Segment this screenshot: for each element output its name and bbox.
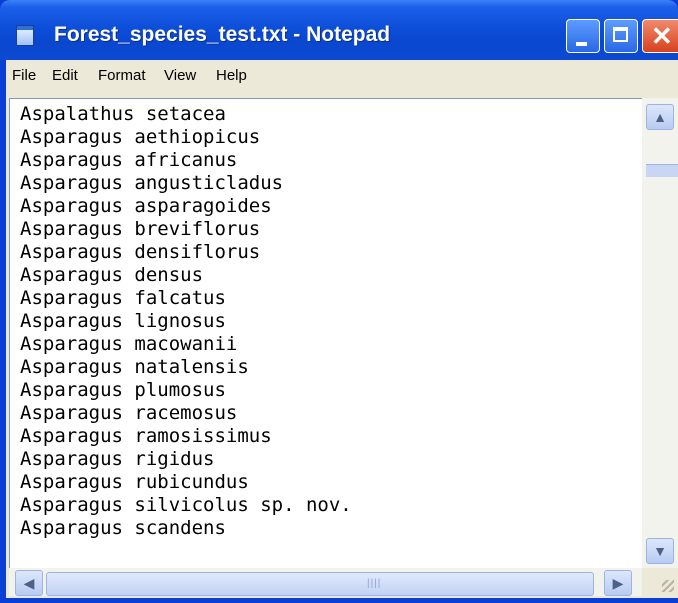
- minimize-icon: [576, 42, 587, 46]
- chevron-down-icon: ▼: [653, 543, 667, 559]
- notepad-icon: [16, 25, 34, 46]
- text-line: Asparagus falcatus: [20, 287, 226, 309]
- text-line: Asparagus ramosissimus: [20, 425, 272, 447]
- menu-view[interactable]: View: [164, 67, 196, 85]
- notepad-window: Forest_species_test.txt - Notepad ✕ File…: [0, 0, 678, 603]
- title-bar[interactable]: Forest_species_test.txt - Notepad ✕: [0, 0, 678, 60]
- menu-format[interactable]: Format: [98, 67, 146, 85]
- text-line: Asparagus breviflorus: [20, 218, 261, 240]
- text-line: Asparagus natalensis: [20, 356, 249, 378]
- text-line: Asparagus macowanii: [20, 333, 238, 355]
- window-title: Forest_species_test.txt - Notepad: [54, 23, 391, 46]
- text-line: Asparagus densus: [20, 264, 204, 286]
- text-line: Asparagus plumosus: [20, 379, 226, 401]
- scroll-up-button[interactable]: ▲: [646, 104, 674, 130]
- horizontal-scroll-thumb[interactable]: ||||: [46, 572, 594, 596]
- resize-grip-icon: [662, 580, 674, 592]
- text-line: Asparagus rigidus: [20, 448, 215, 470]
- vertical-scroll-thumb[interactable]: [646, 164, 678, 177]
- menu-file[interactable]: File: [12, 67, 36, 85]
- close-icon: ✕: [651, 21, 673, 51]
- chevron-right-icon: ▶: [612, 575, 624, 591]
- text-line: Asparagus lignosus: [20, 310, 226, 332]
- chevron-left-icon: ◀: [23, 575, 35, 591]
- menu-help[interactable]: Help: [216, 67, 247, 85]
- close-button[interactable]: ✕: [642, 19, 678, 53]
- text-line: Asparagus densiflorus: [20, 241, 261, 263]
- text-line: Asparagus asparagoides: [20, 195, 272, 217]
- text-line: Asparagus rubicundus: [20, 471, 249, 493]
- menu-edit[interactable]: Edit: [52, 67, 78, 85]
- text-line: Asparagus aethiopicus: [20, 126, 261, 148]
- menu-bar: File Edit Format View Help: [6, 60, 678, 94]
- grip-icon: ||||: [367, 578, 382, 589]
- maximize-button[interactable]: [604, 19, 638, 53]
- text-line: Asparagus scandens: [20, 517, 226, 539]
- scroll-right-button[interactable]: ▶: [604, 570, 632, 596]
- minimize-button[interactable]: [566, 19, 600, 53]
- maximize-icon: [613, 27, 628, 42]
- text-line: Asparagus angusticladus: [20, 172, 284, 194]
- text-line: Aspalathus setacea: [20, 103, 226, 125]
- text-line: Asparagus racemosus: [20, 402, 238, 424]
- text-editor[interactable]: Aspalathus setacea Asparagus aethiopicus…: [9, 98, 642, 568]
- chevron-up-icon: ▲: [653, 109, 667, 125]
- resize-grip[interactable]: [646, 568, 678, 596]
- scroll-left-button[interactable]: ◀: [15, 570, 43, 596]
- text-line: Asparagus africanus: [20, 149, 238, 171]
- scroll-down-button[interactable]: ▼: [646, 538, 674, 564]
- text-line: Asparagus silvicolus sp. nov.: [20, 494, 352, 516]
